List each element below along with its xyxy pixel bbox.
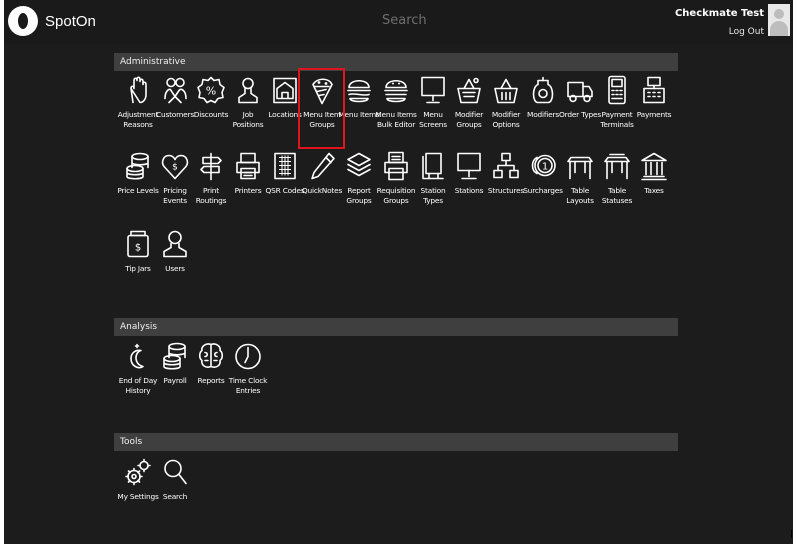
search-icon xyxy=(160,456,190,488)
heart-tag-icon: $ xyxy=(160,150,190,182)
tile-print-routings[interactable]: Print Routings xyxy=(192,150,230,220)
tile-taxes[interactable]: Taxes xyxy=(635,150,673,220)
tile-modifiers[interactable]: Modifiers xyxy=(524,74,562,144)
tile-label: Taxes xyxy=(644,186,664,195)
signpost-icon xyxy=(196,150,226,182)
night-icon xyxy=(123,340,153,372)
pen-icon xyxy=(307,150,337,182)
terminal-icon xyxy=(602,74,632,106)
tile-printers[interactable]: Printers xyxy=(229,150,267,220)
tile-job-positions[interactable]: Job Positions xyxy=(229,74,267,144)
tile-label: Payments xyxy=(636,110,672,119)
tile-reports[interactable]: Reports xyxy=(192,340,230,410)
coin-icon: 1 xyxy=(528,150,558,182)
printer-doc-icon xyxy=(381,150,411,182)
tile-price-levels[interactable]: Price Levels xyxy=(117,150,159,220)
stack-icon xyxy=(344,150,374,182)
svg-text:$: $ xyxy=(135,243,141,254)
user-name: Checkmate Test xyxy=(674,8,764,19)
tile-menu-items-bulk-editor[interactable]: Menu Items Bulk Editor xyxy=(375,74,417,144)
tile-customers[interactable]: Customers xyxy=(156,74,194,144)
tile-label: Search xyxy=(162,492,188,501)
tile-modifier-groups[interactable]: Modifier Groups xyxy=(450,74,488,144)
section-header-tools: Tools xyxy=(114,433,678,451)
tile-modifier-options[interactable]: Modifier Options xyxy=(487,74,525,144)
burger-icon xyxy=(344,74,374,106)
tip-jar-icon: $ xyxy=(123,228,153,260)
gears-icon xyxy=(123,456,153,488)
brand-name: SpotOn xyxy=(45,12,96,30)
cursor-mark xyxy=(791,530,792,538)
person-icon xyxy=(233,74,263,106)
tile-time-clock-entries[interactable]: Time Clock Entries xyxy=(229,340,267,410)
coins-icon xyxy=(123,150,153,182)
tile-tip-jars[interactable]: $ Tip Jars xyxy=(119,228,157,298)
keypad-icon xyxy=(270,150,300,182)
tile-users[interactable]: Users xyxy=(156,228,194,298)
government-icon xyxy=(639,150,669,182)
brain-icon xyxy=(196,340,226,372)
spoton-logo-icon xyxy=(8,6,38,36)
tile-payment-terminals[interactable]: Payment Terminals xyxy=(598,74,636,144)
tile-quicknotes[interactable]: QuickNotes xyxy=(302,150,342,220)
avatar[interactable] xyxy=(768,4,790,36)
svg-text:%: % xyxy=(206,85,216,98)
customers-icon xyxy=(160,74,190,106)
tile-payroll[interactable]: Payroll xyxy=(156,340,194,410)
discount-icon: % xyxy=(196,74,226,106)
user-icon xyxy=(160,228,190,260)
tile-discounts[interactable]: % Discounts xyxy=(192,74,230,144)
register-icon xyxy=(639,74,669,106)
section-header-administrative: Administrative xyxy=(114,53,678,71)
coins-icon xyxy=(160,340,190,372)
tile-adjustment-reasons[interactable]: Adjustment Reasons xyxy=(118,74,158,144)
table-icon xyxy=(565,150,595,182)
tile-payments[interactable]: Payments xyxy=(635,74,673,144)
jar-icon xyxy=(528,74,558,106)
burger-edit-icon xyxy=(381,74,411,106)
tile-label: Time Clock Entries xyxy=(228,376,268,395)
search-label[interactable]: Search xyxy=(382,13,427,28)
tile-station-types[interactable]: Station Types xyxy=(414,150,452,220)
tile-label: Users xyxy=(165,264,185,273)
tile-qsr-codes[interactable]: QSR Codes xyxy=(266,150,305,220)
monitor-icon xyxy=(418,74,448,106)
tile-my-settings[interactable]: My Settings xyxy=(117,456,159,526)
tile-requisition-groups[interactable]: Requisition Groups xyxy=(377,150,416,220)
org-chart-icon xyxy=(491,150,521,182)
tile-stations[interactable]: Stations xyxy=(450,150,488,220)
tile-table-statuses[interactable]: Table Statuses xyxy=(598,150,636,220)
logout-link[interactable]: Log Out xyxy=(729,27,764,37)
basket-icon xyxy=(454,74,484,106)
tile-order-types[interactable]: Order Types xyxy=(559,74,601,144)
section-header-analysis: Analysis xyxy=(114,318,678,336)
top-bar: SpotOn Search Checkmate Test Log Out xyxy=(4,0,793,44)
monitor-stand-icon xyxy=(454,150,484,182)
building-icon xyxy=(270,74,300,106)
table-status-icon xyxy=(602,150,632,182)
hand-icon xyxy=(123,74,153,106)
tile-report-groups[interactable]: Report Groups xyxy=(340,150,378,220)
tile-menu-items[interactable]: Menu Items xyxy=(338,74,380,144)
brand-logo[interactable]: SpotOn xyxy=(8,6,96,36)
kiosk-icon xyxy=(418,150,448,182)
tile-table-layouts[interactable]: Table Layouts xyxy=(561,150,599,220)
tile-structures[interactable]: Structures xyxy=(487,150,525,220)
delivery-truck-icon xyxy=(565,74,595,106)
selected-item-highlight xyxy=(298,68,345,149)
printer-icon xyxy=(233,150,263,182)
tile-pricing-events[interactable]: $ Pricing Events xyxy=(156,150,194,220)
svg-text:$: $ xyxy=(172,163,178,173)
tile-surcharges[interactable]: 1 Surcharges xyxy=(523,150,563,220)
user-area: Checkmate Test Log Out xyxy=(675,4,790,38)
basket-options-icon xyxy=(491,74,521,106)
tile-menu-screens[interactable]: Menu Screens xyxy=(414,74,452,144)
svg-text:1: 1 xyxy=(542,162,548,173)
tile-search[interactable]: Search xyxy=(156,456,194,526)
clock-icon xyxy=(233,340,263,372)
tile-end-of-day-history[interactable]: End of Day History xyxy=(119,340,157,410)
